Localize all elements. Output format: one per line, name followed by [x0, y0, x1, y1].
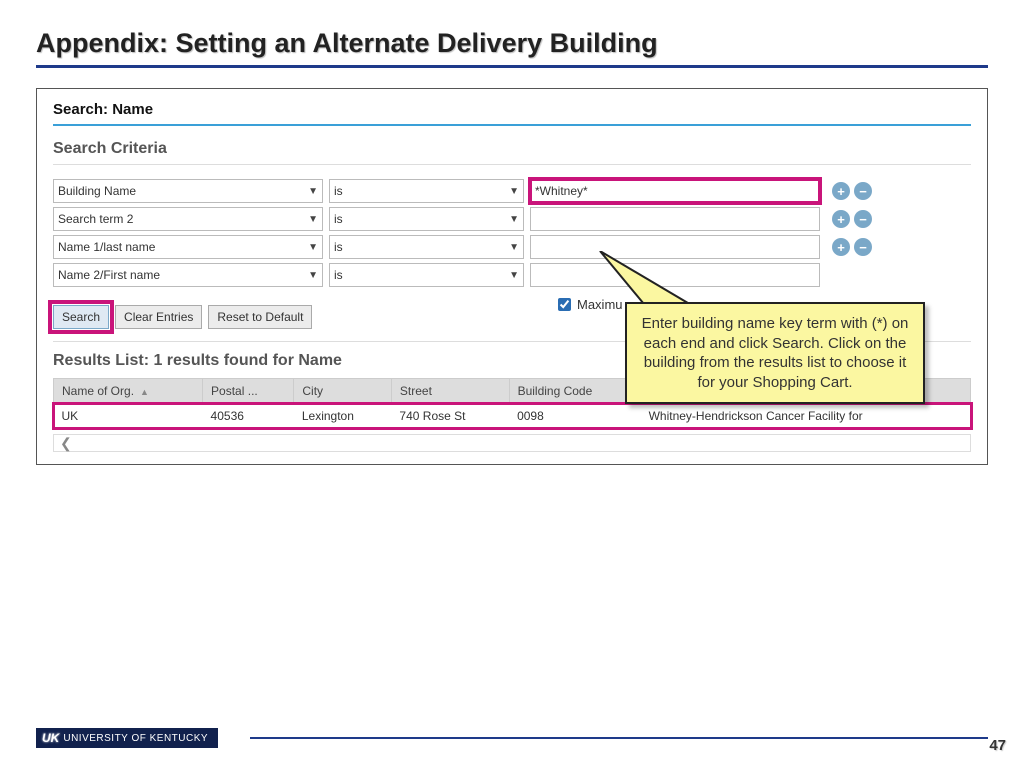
chevron-down-icon: ▼	[308, 270, 318, 281]
chevron-down-icon: ▼	[308, 242, 318, 253]
col-postal[interactable]: Postal ...	[203, 379, 294, 404]
operator-select[interactable]: is ▼	[329, 179, 524, 203]
field-select[interactable]: Building Name ▼	[53, 179, 323, 203]
operator-select-label: is	[334, 184, 343, 198]
operator-select[interactable]: is ▼	[329, 263, 524, 287]
operator-select[interactable]: is ▼	[329, 207, 524, 231]
cell-street: 740 Rose St	[391, 404, 509, 429]
criteria-header: Search Criteria	[53, 140, 971, 165]
field-select[interactable]: Name 2/First name ▼	[53, 263, 323, 287]
callout-box: Enter building name key term with (*) on…	[625, 302, 925, 404]
page-number: 47	[989, 737, 1006, 754]
logo-mark: UK	[42, 731, 59, 745]
operator-select-label: is	[334, 212, 343, 226]
slide-title: Appendix: Setting an Alternate Delivery …	[36, 28, 988, 68]
value-input[interactable]	[530, 207, 820, 231]
criteria-row: Name 2/First name ▼ is ▼	[53, 263, 971, 287]
col-street[interactable]: Street	[391, 379, 509, 404]
search-panel: Search: Name Search Criteria Building Na…	[36, 88, 988, 465]
cell-code: 0098	[509, 404, 641, 429]
field-select[interactable]: Search term 2 ▼	[53, 207, 323, 231]
remove-row-icon[interactable]: −	[854, 182, 872, 200]
field-select-label: Search term 2	[58, 212, 133, 226]
footer-rule	[250, 737, 988, 739]
chevron-down-icon: ▼	[509, 214, 519, 225]
add-row-icon[interactable]: +	[832, 210, 850, 228]
cell-city: Lexington	[294, 404, 392, 429]
search-button[interactable]: Search	[53, 305, 109, 329]
field-select-label: Name 1/last name	[58, 240, 155, 254]
criteria-row: Search term 2 ▼ is ▼ + −	[53, 207, 971, 231]
reset-default-button[interactable]: Reset to Default	[208, 305, 312, 329]
chevron-down-icon: ▼	[308, 214, 318, 225]
chevron-down-icon: ▼	[308, 186, 318, 197]
criteria-row: Name 1/last name ▼ is ▼ + −	[53, 235, 971, 259]
col-city[interactable]: City	[294, 379, 392, 404]
add-row-icon[interactable]: +	[832, 238, 850, 256]
cell-postal: 40536	[203, 404, 294, 429]
sort-icon: ▲	[140, 387, 149, 397]
panel-header: Search: Name	[53, 101, 971, 126]
cell-bname: Whitney-Hendrickson Cancer Facility for	[641, 404, 971, 429]
chevron-down-icon: ▼	[509, 242, 519, 253]
cell-org: UK	[54, 404, 203, 429]
operator-select[interactable]: is ▼	[329, 235, 524, 259]
uk-logo: UK UNIVERSITY OF KENTUCKY	[36, 728, 218, 748]
remove-row-icon[interactable]: −	[854, 238, 872, 256]
col-org[interactable]: Name of Org.▲	[54, 379, 203, 404]
chevron-down-icon: ▼	[509, 270, 519, 281]
chevron-down-icon: ▼	[509, 186, 519, 197]
maximum-checkbox[interactable]	[558, 298, 571, 311]
scroll-left-button[interactable]: ❮	[53, 434, 971, 452]
clear-entries-button[interactable]: Clear Entries	[115, 305, 202, 329]
criteria-row: Building Name ▼ is ▼ + −	[53, 179, 971, 203]
add-row-icon[interactable]: +	[832, 182, 850, 200]
field-select-label: Name 2/First name	[58, 268, 160, 282]
remove-row-icon[interactable]: −	[854, 210, 872, 228]
operator-select-label: is	[334, 268, 343, 282]
col-bcode[interactable]: Building Code	[509, 379, 641, 404]
table-row[interactable]: UK 40536 Lexington 740 Rose St 0098 Whit…	[54, 404, 971, 429]
value-input[interactable]	[530, 179, 820, 203]
field-select[interactable]: Name 1/last name ▼	[53, 235, 323, 259]
logo-text: UNIVERSITY OF KENTUCKY	[63, 733, 208, 744]
operator-select-label: is	[334, 240, 343, 254]
field-select-label: Building Name	[58, 184, 136, 198]
footer: UK UNIVERSITY OF KENTUCKY	[0, 720, 1024, 750]
